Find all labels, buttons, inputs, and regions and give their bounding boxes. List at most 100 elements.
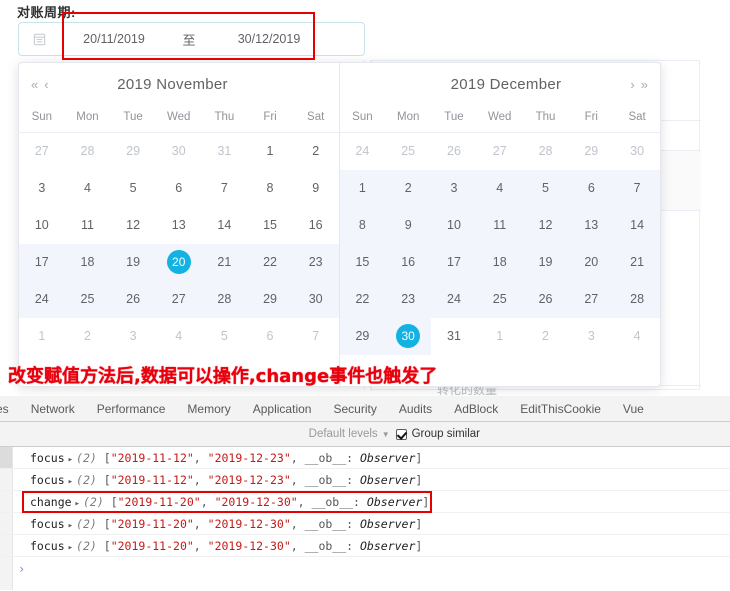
calendar-day-cell[interactable]: 1: [477, 318, 523, 355]
calendar-day-cell[interactable]: 8: [247, 170, 293, 207]
calendar-day-cell[interactable]: 22: [339, 280, 386, 318]
expand-triangle-icon[interactable]: ▸: [65, 455, 76, 465]
calendar-day-cell[interactable]: 6: [156, 170, 202, 207]
console-log-row[interactable]: focus ▸ (2) ["2019-11-12", "2019-12-23", _…: [0, 447, 730, 469]
calendar-day-cell[interactable]: 7: [293, 318, 339, 355]
calendar-day-cell[interactable]: 26: [110, 280, 156, 318]
calendar-day-cell[interactable]: 15: [339, 243, 386, 281]
calendar-day-cell[interactable]: 21: [201, 243, 248, 281]
calendar-day-cell[interactable]: 20: [155, 243, 202, 281]
calendar-day-cell[interactable]: 25: [385, 133, 431, 170]
calendar-day-cell[interactable]: 20: [568, 243, 615, 281]
console-log-row[interactable]: focus ▸ (2) ["2019-11-20", "2019-12-30", _…: [0, 535, 730, 557]
calendar-day-cell[interactable]: 9: [385, 206, 432, 244]
console-prompt[interactable]: ›: [0, 557, 730, 581]
tab-adblock[interactable]: AdBlock: [443, 396, 509, 421]
calendar-day-cell[interactable]: 27: [477, 133, 523, 170]
calendar-day-cell[interactable]: 26: [522, 280, 569, 318]
calendar-day-cell[interactable]: 30: [292, 280, 339, 318]
calendar-day-cell[interactable]: 30: [385, 317, 432, 355]
tab-application[interactable]: Application: [242, 396, 323, 421]
expand-triangle-icon[interactable]: ▸: [65, 477, 76, 487]
calendar-day-cell[interactable]: 5: [110, 170, 156, 207]
calendar-day-cell[interactable]: 1: [247, 133, 293, 170]
calendar-day-cell[interactable]: 8: [339, 206, 386, 244]
calendar-day-cell[interactable]: 2: [65, 318, 111, 355]
next-month-icon[interactable]: ›: [628, 76, 636, 93]
tab-security[interactable]: Security: [322, 396, 387, 421]
calendar-day-cell[interactable]: 7: [202, 170, 248, 207]
tab-editthiscookie[interactable]: EditThisCookie: [509, 396, 612, 421]
calendar-day-cell[interactable]: 24: [340, 133, 386, 170]
calendar-day-cell[interactable]: 4: [476, 169, 523, 207]
calendar-day-cell[interactable]: 4: [65, 170, 111, 207]
calendar-day-cell[interactable]: 2: [293, 133, 339, 170]
calendar-day-cell[interactable]: 28: [65, 133, 111, 170]
console-output[interactable]: focus ▸ (2) ["2019-11-12", "2019-12-23", _…: [0, 447, 730, 590]
calendar-day-cell[interactable]: 30: [156, 133, 202, 170]
calendar-day-cell[interactable]: 27: [155, 280, 202, 318]
date-start-value[interactable]: 20/11/2019: [59, 32, 169, 46]
calendar-day-cell[interactable]: 29: [568, 133, 614, 170]
calendar-day-cell[interactable]: 3: [110, 318, 156, 355]
calendar-day-cell[interactable]: 21: [614, 243, 660, 281]
calendar-day-cell[interactable]: 27: [19, 133, 65, 170]
calendar-day-cell[interactable]: 5: [522, 169, 569, 207]
calendar-day-cell[interactable]: 10: [431, 206, 477, 244]
calendar-day-cell[interactable]: 4: [156, 318, 202, 355]
expand-triangle-icon[interactable]: ▸: [65, 521, 76, 531]
calendar-day-cell[interactable]: 26: [431, 133, 477, 170]
devtools-tabbar[interactable]: esNetworkPerformanceMemoryApplicationSec…: [0, 396, 730, 422]
calendar-day-cell[interactable]: 28: [614, 280, 660, 318]
calendar-day-cell[interactable]: 13: [568, 206, 615, 244]
calendar-day-cell[interactable]: 14: [614, 206, 660, 244]
calendar-day-cell[interactable]: 14: [202, 207, 248, 244]
chevron-down-icon[interactable]: ▼: [382, 430, 390, 439]
calendar-day-cell[interactable]: 25: [64, 280, 111, 318]
next-year-icon[interactable]: »: [639, 76, 650, 93]
calendar-day-cell[interactable]: 23: [292, 243, 339, 281]
calendar-day-cell[interactable]: 16: [293, 207, 339, 244]
calendar-day-cell[interactable]: 3: [568, 318, 614, 355]
group-similar-checkbox[interactable]: [395, 428, 407, 440]
calendar-day-cell[interactable]: 28: [201, 280, 248, 318]
calendar-day-cell[interactable]: 29: [110, 133, 156, 170]
calendar-day-cell[interactable]: 11: [65, 207, 111, 244]
calendar-day-cell[interactable]: 30: [614, 133, 660, 170]
calendar-day-cell[interactable]: 19: [110, 243, 156, 281]
calendar-day-cell[interactable]: 27: [568, 280, 615, 318]
picker-next-controls[interactable]: › »: [628, 76, 650, 93]
console-log-row[interactable]: change ▸ (2) ["2019-11-20", "2019-12-30", …: [0, 491, 730, 513]
picker-prev-controls[interactable]: « ‹: [29, 76, 51, 93]
date-range-input[interactable]: 20/11/2019 至 30/12/2019: [18, 22, 365, 56]
calendar-day-cell[interactable]: 12: [522, 206, 569, 244]
calendar-day-cell[interactable]: 24: [19, 280, 65, 318]
console-log-row[interactable]: focus ▸ (2) ["2019-11-12", "2019-12-23", _…: [0, 469, 730, 491]
calendar-day-cell[interactable]: 13: [156, 207, 202, 244]
tab-audits[interactable]: Audits: [388, 396, 443, 421]
calendar-day-cell[interactable]: 6: [568, 169, 615, 207]
calendar-day-cell[interactable]: 17: [431, 243, 477, 281]
calendar-day-cell[interactable]: 19: [522, 243, 569, 281]
calendar-table-left[interactable]: Sun Mon Tue Wed Thu Fri Sat 27 28 29 30 31 1 2…: [19, 105, 339, 355]
tab-vue[interactable]: Vue: [612, 396, 655, 421]
calendar-day-cell[interactable]: 16: [385, 243, 432, 281]
calendar-day-cell[interactable]: 29: [339, 317, 386, 355]
prev-year-icon[interactable]: «: [29, 76, 40, 93]
calendar-day-cell[interactable]: 5: [202, 318, 248, 355]
group-similar-toggle[interactable]: Group similar: [395, 428, 480, 440]
calendar-day-cell[interactable]: 1: [339, 169, 386, 207]
calendar-table-right[interactable]: Sun Mon Tue Wed Thu Fri Sat 24 25 26 27 28 29…: [339, 105, 660, 355]
calendar-day-cell[interactable]: 28: [523, 133, 569, 170]
calendar-day-cell[interactable]: 18: [64, 243, 111, 281]
calendar-day-cell[interactable]: 31: [431, 318, 477, 355]
calendar-day-cell[interactable]: 11: [476, 206, 523, 244]
calendar-day-cell[interactable]: 12: [110, 207, 156, 244]
calendar-day-cell[interactable]: 10: [19, 207, 65, 244]
calendar-day-cell[interactable]: 29: [247, 280, 293, 318]
console-log-levels-dropdown[interactable]: Default levels ▼: [309, 428, 390, 440]
calendar-day-cell[interactable]: 9: [293, 170, 339, 207]
calendar-day-cell[interactable]: 17: [19, 243, 65, 281]
calendar-day-cell[interactable]: 7: [614, 169, 660, 207]
calendar-day-cell[interactable]: 25: [476, 280, 523, 318]
